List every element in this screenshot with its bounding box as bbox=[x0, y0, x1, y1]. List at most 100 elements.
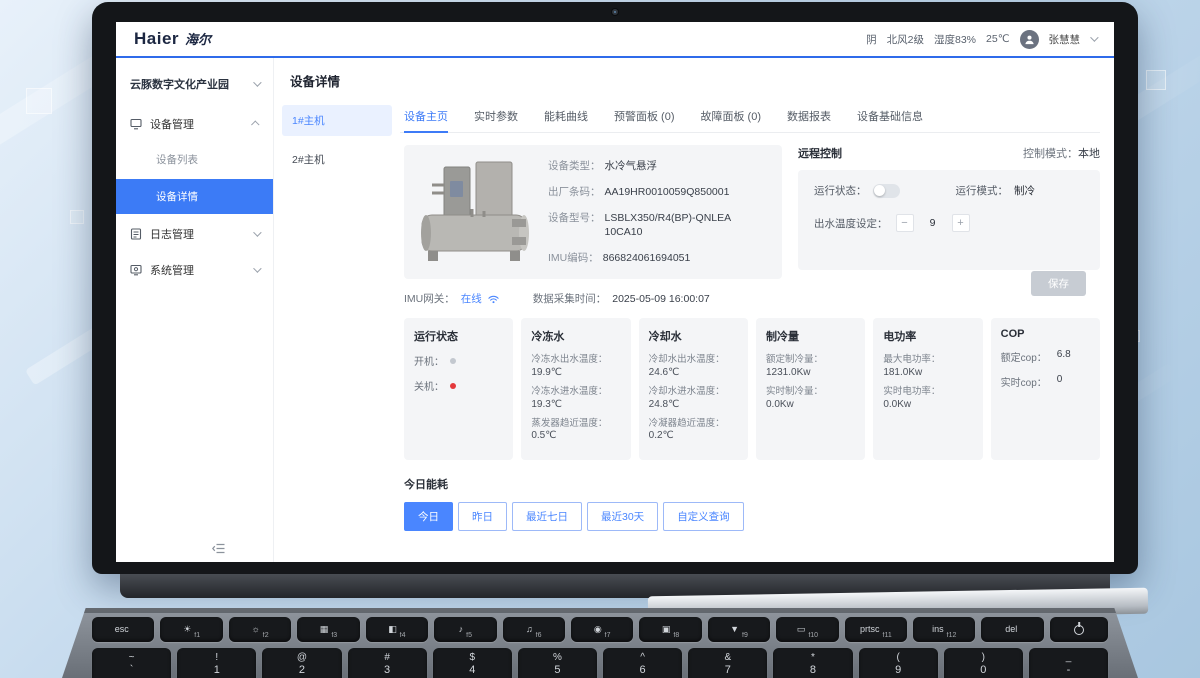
energy-title: 今日能耗 bbox=[404, 476, 1100, 492]
app-header: Haier 海尔 阴 北风2级 湿度83% 25℃ 张慧慧 bbox=[116, 22, 1114, 58]
sidebar-item-device-management[interactable]: 设备管理 bbox=[116, 106, 273, 142]
power-icon bbox=[1074, 625, 1084, 635]
keyboard-key[interactable]: _- bbox=[1029, 648, 1108, 678]
keyboard-key[interactable]: $4 bbox=[433, 648, 512, 678]
imu-code-value: 866824061694051 bbox=[603, 251, 691, 265]
person-icon bbox=[1024, 34, 1035, 45]
keyboard-key[interactable]: insf12 bbox=[913, 617, 975, 642]
keyboard-key[interactable]: !1 bbox=[177, 648, 256, 678]
imu-gateway-row: IMU网关： 在线 数据采集时间： 2025-05-09 16:00:07 bbox=[404, 291, 1100, 306]
card-run-state: 运行状态 开机： 关机： bbox=[404, 318, 513, 460]
keyboard-key[interactable]: )0 bbox=[944, 648, 1023, 678]
collect-time-value: 2025-05-09 16:00:07 bbox=[612, 293, 710, 305]
system-management-icon bbox=[130, 264, 142, 276]
card-cop: COP 额定cop：6.8 实时cop：0 bbox=[991, 318, 1100, 460]
keyboard-key[interactable]: ☀f1 bbox=[160, 617, 222, 642]
tab[interactable]: 设备基础信息 bbox=[857, 99, 923, 132]
imu-code-label: IMU编码： bbox=[548, 251, 599, 265]
tab[interactable]: 设备主页 bbox=[404, 99, 448, 132]
keyboard-key[interactable]: prtscf11 bbox=[845, 617, 907, 642]
run-state-toggle[interactable] bbox=[873, 184, 900, 198]
keyboard-key[interactable]: ▼f9 bbox=[708, 617, 770, 642]
keyboard-key[interactable]: ^6 bbox=[603, 648, 682, 678]
power-key[interactable] bbox=[1050, 617, 1108, 642]
card-title: 运行状态 bbox=[414, 328, 503, 344]
haier-logo: Haier 海尔 bbox=[134, 29, 211, 49]
keyboard-key[interactable]: ◧f4 bbox=[366, 617, 428, 642]
device-model-value: LSBLX350/R4(BP)-QNLEA10CA10 bbox=[605, 211, 735, 239]
sidebar-item-log-management[interactable]: 日志管理 bbox=[116, 216, 273, 252]
keyboard-key[interactable]: @2 bbox=[262, 648, 341, 678]
card-title: 制冷量 bbox=[766, 328, 855, 344]
metric-value: 1231.0Kw bbox=[766, 367, 855, 378]
user-name[interactable]: 张慧慧 bbox=[1049, 32, 1081, 47]
keyboard-key[interactable]: esc bbox=[92, 617, 154, 642]
save-button[interactable]: 保存 bbox=[1031, 271, 1086, 296]
laptop-keyboard-deck: esc☀f1 ☼f2▦f3 ◧f4♪f5 ♫f6◉f7▣f8 ▼f9▭f10 prtscf… bbox=[62, 608, 1138, 678]
metric-value: 24.6℃ bbox=[649, 367, 738, 378]
weather-wind: 北风2级 bbox=[887, 32, 924, 47]
sidebar-item-device-list[interactable]: 设备列表 bbox=[116, 142, 273, 177]
metric-value: 6.8 bbox=[1057, 349, 1071, 364]
sidebar-item-label: 设备列表 bbox=[156, 154, 198, 166]
keyboard-key[interactable]: ~` bbox=[92, 648, 171, 678]
metric-label: 实时电功率： bbox=[883, 385, 972, 399]
tab[interactable]: 实时参数 bbox=[474, 99, 518, 132]
temp-increase-button[interactable]: + bbox=[952, 214, 970, 232]
metric-label: 最大电功率： bbox=[883, 353, 972, 367]
keyboard-key[interactable]: %5 bbox=[518, 648, 597, 678]
energy-range-button[interactable]: 最近30天 bbox=[587, 502, 658, 531]
keyboard-key[interactable]: ♫f6 bbox=[503, 617, 565, 642]
tab[interactable]: 数据报表 bbox=[787, 99, 831, 132]
metric-value: 19.9℃ bbox=[531, 367, 620, 378]
temp-decrease-button[interactable]: − bbox=[896, 214, 914, 232]
keyboard-key[interactable]: ☼f2 bbox=[229, 617, 291, 642]
sidebar-org-selector[interactable]: 云豚数字文化产业园 bbox=[116, 70, 273, 106]
card-electric-power: 电功率 最大电功率： 181.0Kw 实时电功率： 0.0Kw bbox=[873, 318, 982, 460]
tab[interactable]: 能耗曲线 bbox=[544, 99, 588, 132]
tab[interactable]: 预警面板 (0) bbox=[614, 99, 675, 132]
device-item[interactable]: 2#主机 bbox=[282, 144, 392, 175]
keyboard-key[interactable]: ▦f3 bbox=[297, 617, 359, 642]
temp-set-value: 9 bbox=[920, 217, 946, 229]
imu-gateway-label: IMU网关： bbox=[404, 291, 455, 306]
control-mode-label: 控制模式： bbox=[1023, 148, 1078, 160]
chevron-down-icon[interactable] bbox=[1090, 33, 1098, 41]
keyboard-key[interactable]: ♪f5 bbox=[434, 617, 496, 642]
keyboard-key[interactable]: &7 bbox=[688, 648, 767, 678]
device-item[interactable]: 1#主机 bbox=[282, 105, 392, 136]
keyboard-key[interactable]: ◉f7 bbox=[571, 617, 633, 642]
energy-range-button[interactable]: 今日 bbox=[404, 502, 453, 531]
energy-range-button[interactable]: 最近七日 bbox=[512, 502, 582, 531]
weather-condition: 阴 bbox=[866, 32, 877, 47]
sidebar-item-system-management[interactable]: 系统管理 bbox=[116, 252, 273, 288]
energy-range-button[interactable]: 自定义查询 bbox=[663, 502, 744, 531]
user-avatar[interactable] bbox=[1020, 30, 1039, 49]
card-cooling-capacity: 制冷量 额定制冷量： 1231.0Kw 实时制冷量： 0.0Kw bbox=[756, 318, 865, 460]
sidebar-collapse-button[interactable] bbox=[212, 543, 225, 554]
keyboard-key[interactable]: ▣f8 bbox=[639, 617, 701, 642]
keyboard-key[interactable]: *8 bbox=[773, 648, 852, 678]
wifi-signal-icon bbox=[488, 294, 499, 304]
laptop: Haier 海尔 阴 北风2级 湿度83% 25℃ 张慧慧 bbox=[0, 0, 1200, 678]
sidebar-item-device-detail[interactable]: 设备详情 bbox=[116, 179, 273, 214]
device-model-label: 设备型号： bbox=[548, 211, 601, 239]
metric-value: 0.5℃ bbox=[531, 430, 620, 441]
device-detail-panel: 设备主页实时参数能耗曲线预警面板 (0) 故障面板 (0) 数据报表设备基础信息 bbox=[400, 99, 1114, 562]
device-selector-list: 1#主机 2#主机 bbox=[274, 99, 400, 562]
sidebar-item-label: 设备详情 bbox=[156, 191, 198, 203]
keyboard-key[interactable]: del bbox=[981, 617, 1043, 642]
card-title: 电功率 bbox=[883, 328, 972, 344]
logo-text-en: Haier bbox=[134, 29, 179, 49]
sidebar-item-label: 日志管理 bbox=[150, 226, 194, 242]
sidebar: 云豚数字文化产业园 设备管理 设备列表 设备详情 bbox=[116, 58, 274, 562]
keyboard-key[interactable]: #3 bbox=[348, 648, 427, 678]
energy-range-button[interactable]: 昨日 bbox=[458, 502, 507, 531]
keyboard-key[interactable]: ▭f10 bbox=[776, 617, 838, 642]
metric-value: 0.0Kw bbox=[883, 399, 972, 410]
device-type-label: 设备类型： bbox=[548, 159, 601, 173]
page-title: 设备详情 bbox=[274, 58, 1114, 99]
tab[interactable]: 故障面板 (0) bbox=[701, 99, 762, 132]
app-screen: Haier 海尔 阴 北风2级 湿度83% 25℃ 张慧慧 bbox=[116, 22, 1114, 562]
keyboard-key[interactable]: (9 bbox=[859, 648, 938, 678]
